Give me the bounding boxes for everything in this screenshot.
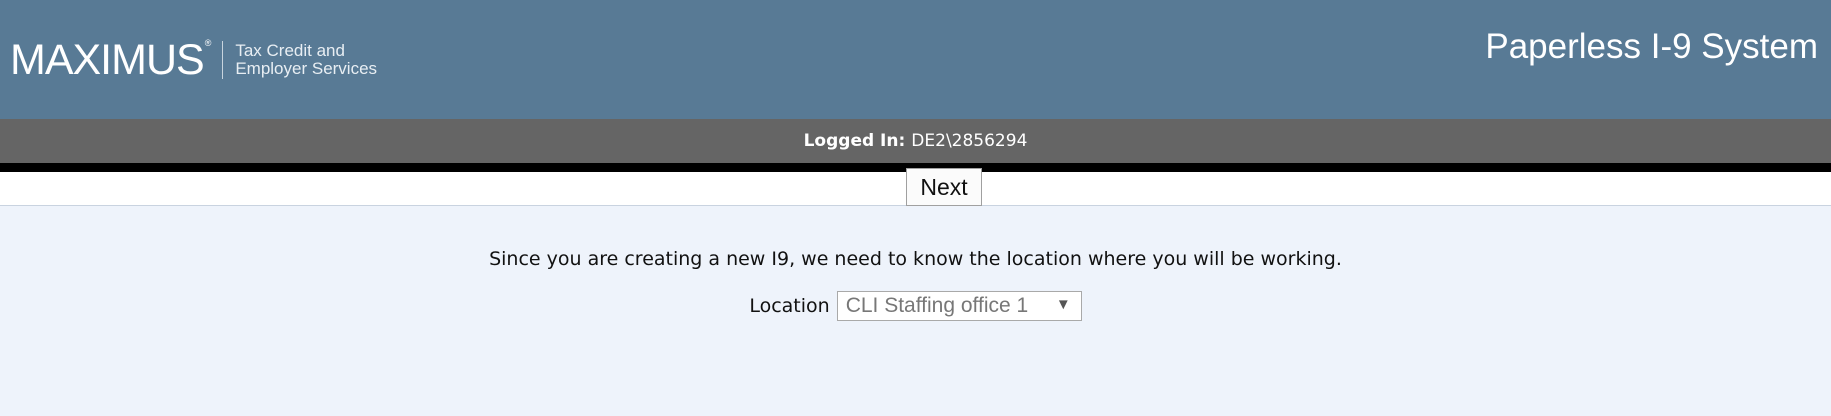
- registered-mark: ®: [204, 37, 212, 48]
- chevron-down-icon: ▼: [1055, 296, 1071, 313]
- app-header: MAXIMUS® Tax Credit and Employer Service…: [0, 0, 1831, 119]
- next-button[interactable]: Next: [906, 168, 982, 206]
- main-content: Since you are creating a new I9, we need…: [0, 206, 1831, 416]
- logo-wordmark: MAXIMUS®: [10, 35, 212, 84]
- app-title: Paperless I-9 System: [1485, 27, 1818, 66]
- location-prompt: Since you are creating a new I9, we need…: [489, 248, 1342, 270]
- location-select-value: CLI Staffing office 1: [845, 294, 1029, 317]
- location-select[interactable]: CLI Staffing office 1 ▼: [836, 291, 1082, 321]
- location-label: Location: [749, 295, 830, 317]
- logo-tagline-line-2: Employer Services: [235, 59, 378, 78]
- login-status-bar: Logged In: DE2\2856294: [0, 119, 1831, 163]
- logged-in-label: Logged In:: [803, 131, 906, 151]
- logo-tagline-line-1: Tax Credit and: [235, 41, 345, 60]
- logged-in-user: DE2\2856294: [911, 131, 1028, 151]
- location-row: Location CLI Staffing office 1 ▼: [0, 291, 1831, 321]
- logo-tagline: Tax Credit and Employer Services: [235, 42, 377, 78]
- maximus-logo: MAXIMUS® Tax Credit and Employer Service…: [10, 30, 377, 90]
- logo-divider: [222, 41, 224, 79]
